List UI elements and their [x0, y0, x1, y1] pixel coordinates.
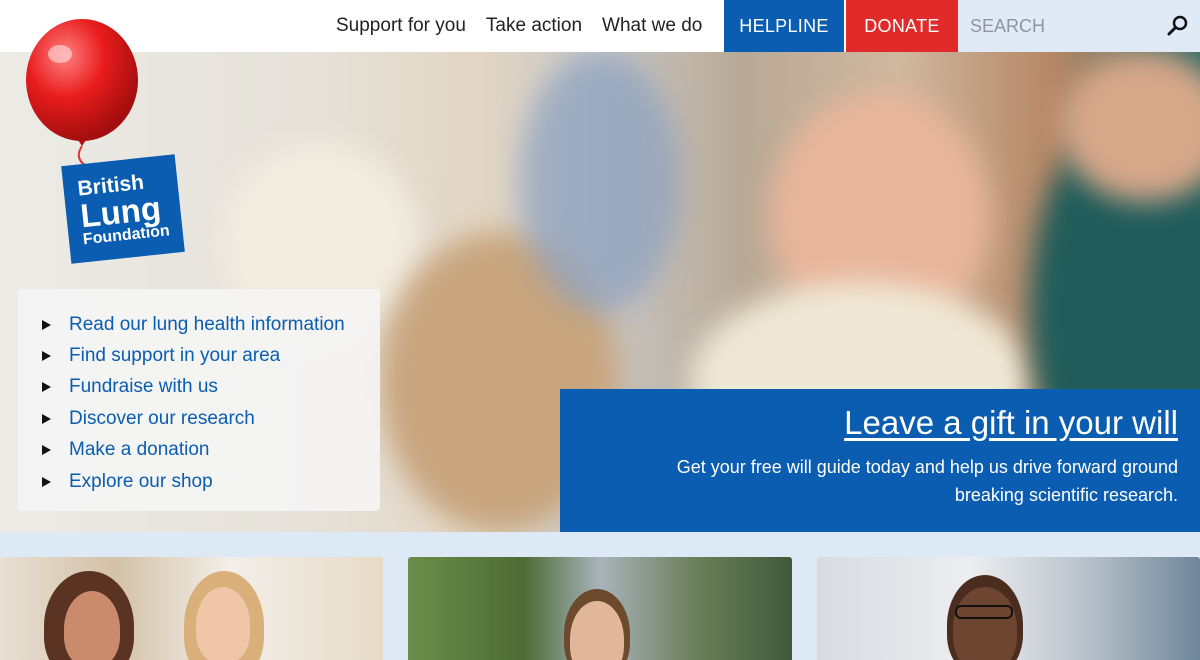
search-icon[interactable]	[1166, 14, 1190, 38]
quick-link-shop[interactable]: Explore our shop	[69, 471, 213, 493]
feature-card-2-image[interactable]	[408, 557, 792, 660]
arrow-right-icon	[42, 476, 51, 487]
top-navigation-bar: Support for you Take action What we do H…	[0, 0, 1200, 52]
promo-subtitle: Get your free will guide today and help …	[676, 456, 1178, 506]
feature-card-3-image[interactable]	[817, 557, 1200, 660]
promo-banner[interactable]: Leave a gift in your will Get your free …	[560, 389, 1200, 532]
arrow-right-icon	[42, 382, 51, 393]
nav-link-take-action[interactable]: Take action	[486, 15, 582, 37]
helpline-button[interactable]: HELPLINE	[724, 0, 844, 52]
quick-links-panel: Read our lung health information Find su…	[18, 289, 380, 511]
promo-title-link[interactable]: Leave a gift in your will	[560, 403, 1178, 443]
quick-link-fundraise[interactable]: Fundraise with us	[69, 376, 218, 398]
quick-link-item[interactable]: Explore our shop	[42, 466, 380, 497]
search-box	[958, 0, 1200, 52]
quick-link-item[interactable]: Read our lung health information	[42, 309, 380, 340]
search-input[interactable]	[958, 0, 1148, 52]
quick-link-item[interactable]: Fundraise with us	[42, 372, 380, 403]
arrow-right-icon	[42, 351, 51, 362]
main-nav: Support for you Take action What we do	[336, 0, 722, 52]
quick-link-research[interactable]: Discover our research	[69, 408, 255, 430]
quick-link-find-support[interactable]: Find support in your area	[69, 345, 280, 367]
feature-card-1-image[interactable]	[0, 557, 383, 660]
nav-link-support-for-you[interactable]: Support for you	[336, 15, 466, 37]
quick-link-item[interactable]: Find support in your area	[42, 340, 380, 371]
british-lung-foundation-logo[interactable]: British Lung Foundation	[61, 154, 185, 264]
donate-button[interactable]: DONATE	[846, 0, 958, 52]
arrow-right-icon	[42, 319, 51, 330]
nav-link-what-we-do[interactable]: What we do	[602, 15, 702, 37]
arrow-right-icon	[42, 413, 51, 424]
quick-link-item[interactable]: Discover our research	[42, 403, 380, 434]
arrow-right-icon	[42, 445, 51, 456]
quick-link-lung-health[interactable]: Read our lung health information	[69, 314, 345, 336]
quick-link-item[interactable]: Make a donation	[42, 435, 380, 466]
quick-link-donation[interactable]: Make a donation	[69, 439, 210, 461]
